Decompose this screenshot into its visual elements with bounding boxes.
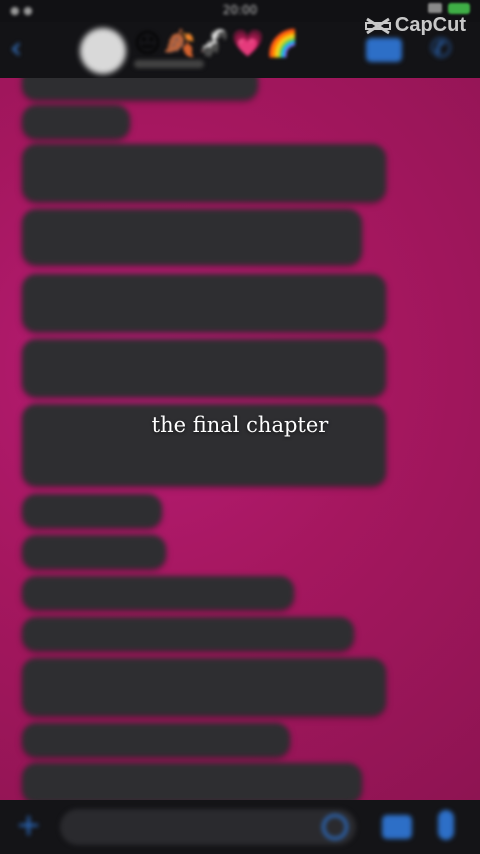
message-bubble[interactable]	[22, 723, 290, 757]
back-icon[interactable]: ‹	[10, 34, 38, 64]
contact-status	[134, 60, 204, 68]
battery-icon	[448, 3, 470, 14]
message-bubble[interactable]	[22, 535, 166, 569]
message-text	[34, 623, 342, 647]
message-bubble[interactable]	[22, 763, 362, 800]
camera-icon[interactable]	[382, 815, 412, 839]
watermark-text: CapCut	[394, 14, 466, 36]
message-input-bar: +	[0, 800, 480, 854]
message-bubble[interactable]	[22, 78, 258, 100]
message-text	[34, 729, 278, 753]
message-text	[34, 769, 350, 793]
capcut-watermark: CapCut	[364, 14, 466, 37]
message-bubble[interactable]	[22, 494, 162, 528]
message-bubble[interactable]	[22, 617, 354, 651]
signal-icon	[428, 3, 442, 13]
message-text	[34, 280, 374, 304]
plus-icon[interactable]: +	[16, 808, 41, 843]
contact-name[interactable]: 😐🍂🦨💗🌈	[134, 28, 301, 60]
input-bar-content: +	[0, 800, 480, 854]
message-input[interactable]	[60, 809, 356, 845]
sticker-icon[interactable]	[322, 814, 348, 840]
message-text	[34, 664, 374, 688]
message-bubble[interactable]	[22, 339, 386, 397]
message-bubble[interactable]	[22, 209, 362, 265]
message-bubble[interactable]	[22, 144, 386, 202]
video-caption: the final chapter	[151, 413, 329, 437]
message-text	[34, 345, 374, 369]
message-bubble[interactable]	[22, 105, 130, 139]
microphone-icon[interactable]	[438, 810, 454, 840]
message-text	[34, 500, 150, 524]
video-call-icon[interactable]	[366, 38, 402, 62]
message-text	[34, 541, 154, 565]
phone-icon[interactable]: ✆	[430, 34, 460, 64]
message-text	[34, 215, 350, 239]
message-bubble[interactable]	[22, 576, 294, 610]
message-bubble[interactable]	[22, 658, 386, 716]
avatar[interactable]	[80, 28, 126, 74]
message-text	[34, 582, 282, 606]
message-text	[34, 150, 374, 174]
message-bubble[interactable]	[22, 274, 386, 332]
message-text	[34, 78, 246, 96]
message-text	[34, 111, 118, 135]
capcut-logo-icon	[364, 17, 391, 34]
status-indicators	[428, 3, 470, 14]
chat-header: ‹ 😐🍂🦨💗🌈 ✆ CapCut	[0, 14, 480, 78]
